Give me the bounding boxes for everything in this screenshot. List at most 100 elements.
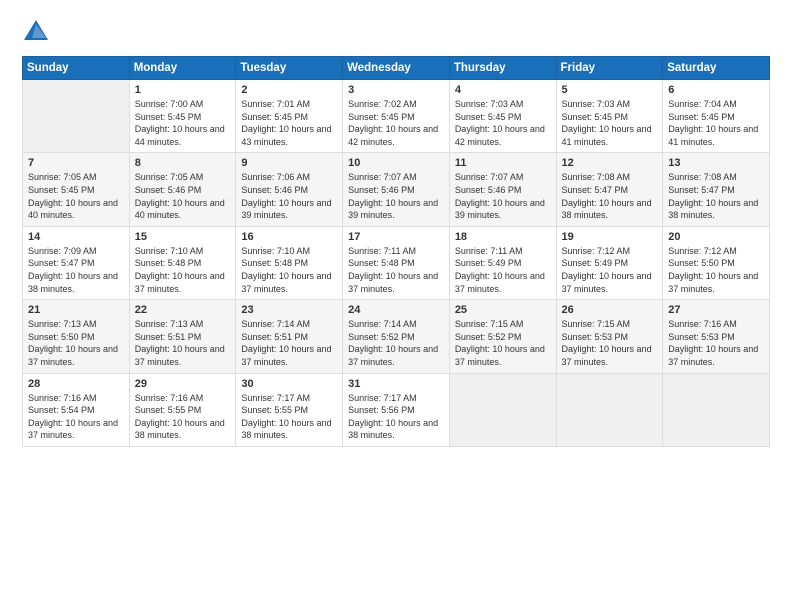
day-info: Sunrise: 7:08 AMSunset: 5:47 PMDaylight:… (562, 171, 658, 221)
weekday-header-thursday: Thursday (449, 57, 556, 80)
day-number: 4 (455, 84, 551, 96)
weekday-header-friday: Friday (556, 57, 663, 80)
calendar-cell: 31 Sunrise: 7:17 AMSunset: 5:56 PMDayligh… (343, 373, 450, 446)
calendar-cell: 26 Sunrise: 7:15 AMSunset: 5:53 PMDayligh… (556, 300, 663, 373)
calendar-cell: 20 Sunrise: 7:12 AMSunset: 5:50 PMDayligh… (663, 226, 770, 299)
calendar-cell: 19 Sunrise: 7:12 AMSunset: 5:49 PMDayligh… (556, 226, 663, 299)
calendar-cell: 25Sunrise: 7:15 AMSunset: 5:52 PMDayligh… (449, 300, 556, 373)
day-info: Sunrise: 7:13 AMSunset: 5:51 PMDaylight:… (135, 318, 231, 368)
day-info: Sunrise: 7:01 AMSunset: 5:45 PMDaylight:… (241, 98, 337, 148)
day-number: 3 (348, 84, 444, 96)
weekday-header-wednesday: Wednesday (343, 57, 450, 80)
calendar-cell: 12 Sunrise: 7:08 AMSunset: 5:47 PMDayligh… (556, 153, 663, 226)
day-info: Sunrise: 7:03 AMSunset: 5:45 PMDaylight:… (562, 98, 658, 148)
day-info: Sunrise: 7:09 AMSunset: 5:47 PMDaylight:… (28, 245, 124, 295)
day-info: Sunrise: 7:16 AMSunset: 5:54 PMDaylight:… (28, 392, 124, 442)
day-number: 11 (455, 157, 551, 169)
day-number: 27 (668, 304, 764, 316)
calendar-week-4: 21 Sunrise: 7:13 AMSunset: 5:50 PMDayligh… (23, 300, 770, 373)
day-number: 13 (668, 157, 764, 169)
calendar-cell: 8 Sunrise: 7:05 AMSunset: 5:46 PMDaylight… (129, 153, 236, 226)
calendar-cell: 29Sunrise: 7:16 AMSunset: 5:55 PMDayligh… (129, 373, 236, 446)
day-number: 14 (28, 231, 124, 243)
calendar-cell (556, 373, 663, 446)
calendar-cell: 14 Sunrise: 7:09 AMSunset: 5:47 PMDayligh… (23, 226, 130, 299)
weekday-header-sunday: Sunday (23, 57, 130, 80)
calendar-cell: 3 Sunrise: 7:02 AMSunset: 5:45 PMDaylight… (343, 80, 450, 153)
calendar-week-2: 7Sunrise: 7:05 AMSunset: 5:45 PMDaylight… (23, 153, 770, 226)
day-info: Sunrise: 7:14 AMSunset: 5:52 PMDaylight:… (348, 318, 444, 368)
calendar-cell: 18 Sunrise: 7:11 AMSunset: 5:49 PMDayligh… (449, 226, 556, 299)
day-info: Sunrise: 7:12 AMSunset: 5:49 PMDaylight:… (562, 245, 658, 295)
calendar-cell: 30 Sunrise: 7:17 AMSunset: 5:55 PMDayligh… (236, 373, 343, 446)
weekday-header-tuesday: Tuesday (236, 57, 343, 80)
day-number: 28 (28, 378, 124, 390)
day-number: 18 (455, 231, 551, 243)
day-number: 16 (241, 231, 337, 243)
calendar-cell: 27 Sunrise: 7:16 AMSunset: 5:53 PMDayligh… (663, 300, 770, 373)
calendar-cell: 15Sunrise: 7:10 AMSunset: 5:48 PMDayligh… (129, 226, 236, 299)
day-number: 1 (135, 84, 231, 96)
day-info: Sunrise: 7:05 AMSunset: 5:46 PMDaylight:… (135, 171, 231, 221)
calendar-cell: 1 Sunrise: 7:00 AMSunset: 5:45 PMDaylight… (129, 80, 236, 153)
day-info: Sunrise: 7:17 AMSunset: 5:56 PMDaylight:… (348, 392, 444, 442)
calendar-cell (449, 373, 556, 446)
day-number: 25 (455, 304, 551, 316)
day-number: 24 (348, 304, 444, 316)
day-number: 23 (241, 304, 337, 316)
day-info: Sunrise: 7:13 AMSunset: 5:50 PMDaylight:… (28, 318, 124, 368)
day-info: Sunrise: 7:04 AMSunset: 5:45 PMDaylight:… (668, 98, 764, 148)
calendar-week-5: 28 Sunrise: 7:16 AMSunset: 5:54 PMDayligh… (23, 373, 770, 446)
day-number: 2 (241, 84, 337, 96)
calendar-cell: 22 Sunrise: 7:13 AMSunset: 5:51 PMDayligh… (129, 300, 236, 373)
calendar-cell: 17 Sunrise: 7:11 AMSunset: 5:48 PMDayligh… (343, 226, 450, 299)
day-number: 10 (348, 157, 444, 169)
calendar-cell: 21 Sunrise: 7:13 AMSunset: 5:50 PMDayligh… (23, 300, 130, 373)
weekday-header-saturday: Saturday (663, 57, 770, 80)
day-number: 6 (668, 84, 764, 96)
day-number: 22 (135, 304, 231, 316)
weekday-header-monday: Monday (129, 57, 236, 80)
calendar-cell: 24 Sunrise: 7:14 AMSunset: 5:52 PMDayligh… (343, 300, 450, 373)
logo-icon (22, 18, 50, 46)
day-info: Sunrise: 7:00 AMSunset: 5:45 PMDaylight:… (135, 98, 231, 148)
calendar-week-3: 14 Sunrise: 7:09 AMSunset: 5:47 PMDayligh… (23, 226, 770, 299)
day-info: Sunrise: 7:11 AMSunset: 5:49 PMDaylight:… (455, 245, 551, 295)
calendar-cell: 4Sunrise: 7:03 AMSunset: 5:45 PMDaylight… (449, 80, 556, 153)
day-info: Sunrise: 7:17 AMSunset: 5:55 PMDaylight:… (241, 392, 337, 442)
day-number: 9 (241, 157, 337, 169)
day-info: Sunrise: 7:02 AMSunset: 5:45 PMDaylight:… (348, 98, 444, 148)
day-number: 19 (562, 231, 658, 243)
day-number: 30 (241, 378, 337, 390)
calendar-week-1: 1 Sunrise: 7:00 AMSunset: 5:45 PMDaylight… (23, 80, 770, 153)
calendar-cell: 16 Sunrise: 7:10 AMSunset: 5:48 PMDayligh… (236, 226, 343, 299)
calendar-cell: 6 Sunrise: 7:04 AMSunset: 5:45 PMDaylight… (663, 80, 770, 153)
day-info: Sunrise: 7:12 AMSunset: 5:50 PMDaylight:… (668, 245, 764, 295)
day-number: 31 (348, 378, 444, 390)
day-info: Sunrise: 7:07 AMSunset: 5:46 PMDaylight:… (348, 171, 444, 221)
day-info: Sunrise: 7:11 AMSunset: 5:48 PMDaylight:… (348, 245, 444, 295)
calendar-cell: 7Sunrise: 7:05 AMSunset: 5:45 PMDaylight… (23, 153, 130, 226)
logo (22, 18, 54, 46)
day-number: 15 (135, 231, 231, 243)
day-number: 17 (348, 231, 444, 243)
calendar-cell: 5 Sunrise: 7:03 AMSunset: 5:45 PMDaylight… (556, 80, 663, 153)
calendar-cell (23, 80, 130, 153)
calendar-cell: 28 Sunrise: 7:16 AMSunset: 5:54 PMDayligh… (23, 373, 130, 446)
day-number: 20 (668, 231, 764, 243)
day-number: 7 (28, 157, 124, 169)
day-number: 26 (562, 304, 658, 316)
day-number: 8 (135, 157, 231, 169)
day-number: 21 (28, 304, 124, 316)
page-header (22, 18, 770, 46)
day-number: 29 (135, 378, 231, 390)
calendar-cell: 10 Sunrise: 7:07 AMSunset: 5:46 PMDayligh… (343, 153, 450, 226)
day-info: Sunrise: 7:15 AMSunset: 5:53 PMDaylight:… (562, 318, 658, 368)
day-number: 5 (562, 84, 658, 96)
day-number: 12 (562, 157, 658, 169)
calendar-cell: 11Sunrise: 7:07 AMSunset: 5:46 PMDayligh… (449, 153, 556, 226)
weekday-header-row: SundayMondayTuesdayWednesdayThursdayFrid… (23, 57, 770, 80)
day-info: Sunrise: 7:10 AMSunset: 5:48 PMDaylight:… (241, 245, 337, 295)
day-info: Sunrise: 7:16 AMSunset: 5:53 PMDaylight:… (668, 318, 764, 368)
calendar-table: SundayMondayTuesdayWednesdayThursdayFrid… (22, 56, 770, 447)
